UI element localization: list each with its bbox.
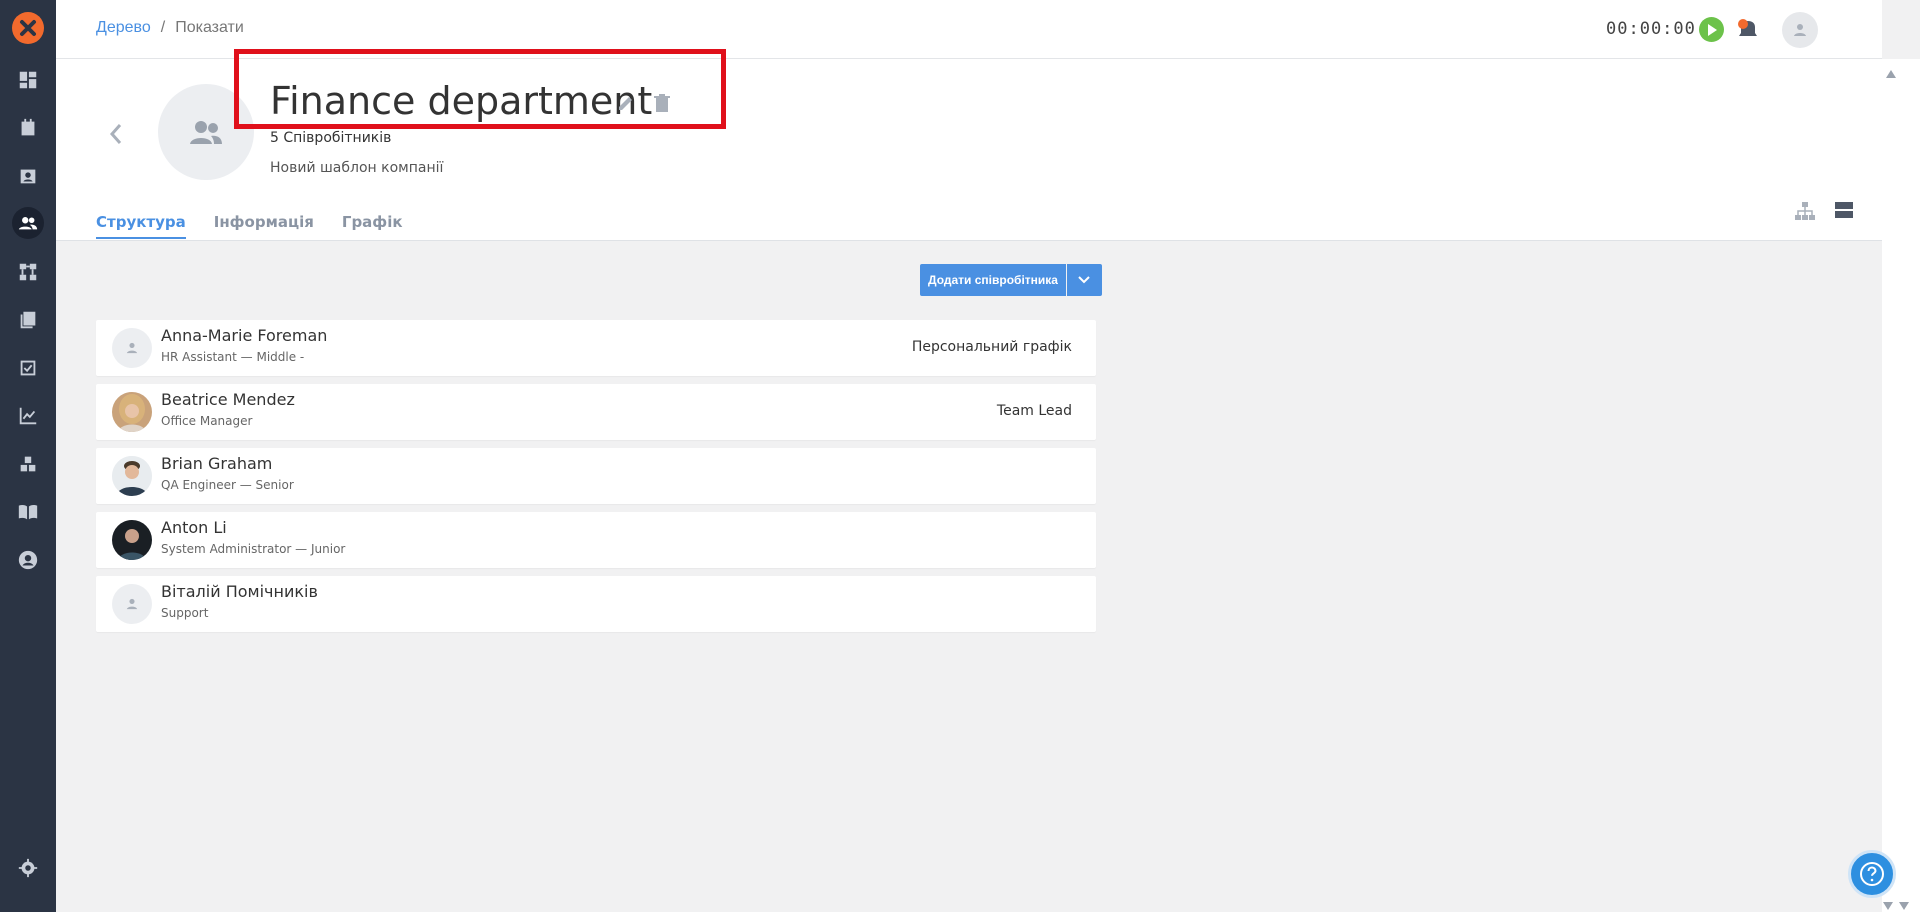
library-icon[interactable]	[12, 304, 44, 336]
help-button[interactable]	[1848, 850, 1896, 898]
list-item[interactable]: Anton Li System Administrator — Junior	[96, 512, 1096, 568]
calendar-icon[interactable]	[12, 112, 44, 144]
actions-bar: Додати співробітника	[920, 264, 1102, 296]
tab-structure[interactable]: Структура	[96, 213, 186, 239]
chevron-left-icon	[109, 124, 122, 144]
template-name: Новий шаблон компанії	[270, 160, 444, 176]
avatar	[112, 584, 152, 624]
analytics-icon[interactable]	[12, 400, 44, 432]
logo-icon[interactable]	[12, 12, 44, 44]
list-item[interactable]: Віталій Помічників Support	[96, 576, 1096, 632]
avatar-photo	[112, 520, 152, 560]
sidebar	[0, 0, 56, 912]
tree-view-icon[interactable]	[1794, 201, 1816, 221]
avatar-photo	[112, 456, 152, 496]
list-item[interactable]: Beatrice Mendez Office Manager Team Lead	[96, 384, 1096, 440]
user-avatar[interactable]	[1782, 12, 1818, 48]
notifications-icon[interactable]	[1735, 17, 1761, 43]
employee-list: Anna-Marie Foreman HR Assistant — Middle…	[96, 320, 1096, 640]
department-header: Finance department 5 Співробітників Нови…	[56, 49, 1882, 241]
settings-icon[interactable]	[12, 852, 44, 884]
employee-role: QA Engineer — Senior	[161, 478, 294, 492]
back-button[interactable]	[106, 119, 126, 149]
user-icon	[1794, 24, 1806, 36]
employee-name: Anna-Marie Foreman	[161, 326, 328, 345]
dashboard-icon[interactable]	[12, 64, 44, 96]
list-item[interactable]: Anna-Marie Foreman HR Assistant — Middle…	[96, 320, 1096, 376]
employee-name: Brian Graham	[161, 454, 273, 473]
structure-icon[interactable]	[12, 256, 44, 288]
employee-role: System Administrator — Junior	[161, 542, 346, 556]
avatar	[112, 328, 152, 368]
highlight-annotation	[234, 49, 726, 129]
employee-tag: Team Lead	[996, 403, 1072, 419]
list-item[interactable]: Brian Graham QA Engineer — Senior	[96, 448, 1096, 504]
avatar	[112, 392, 152, 432]
chevron-down-icon	[1078, 276, 1091, 284]
play-timer-button[interactable]	[1699, 17, 1724, 42]
profile-icon[interactable]	[12, 544, 44, 576]
avatar	[112, 456, 152, 496]
breadcrumb-current: Показати	[175, 19, 244, 36]
user-icon	[126, 342, 138, 354]
book-icon[interactable]	[12, 496, 44, 528]
contacts-icon[interactable]	[12, 160, 44, 192]
employee-name: Beatrice Mendez	[161, 390, 295, 409]
scrollbar[interactable]	[1882, 59, 1920, 912]
employee-tag: Персональний графік	[911, 339, 1072, 355]
user-icon	[126, 598, 138, 610]
employee-name: Anton Li	[161, 518, 227, 537]
breadcrumb: Дерево / Показати	[96, 19, 244, 37]
employee-role: HR Assistant — Middle -	[161, 350, 305, 364]
scroll-down-icon[interactable]	[1882, 896, 1912, 912]
team-icon[interactable]	[12, 207, 44, 239]
add-employee-button[interactable]: Додати співробітника	[920, 264, 1066, 296]
employee-role: Support	[161, 606, 209, 620]
tab-schedule[interactable]: Графік	[342, 213, 403, 239]
tab-bar: Структура Інформація Графік	[96, 213, 403, 239]
scroll-up-icon[interactable]	[1885, 64, 1897, 83]
employee-name: Віталій Помічників	[161, 582, 318, 601]
avatar-photo	[112, 392, 152, 432]
tasks-icon[interactable]	[12, 352, 44, 384]
employee-role: Office Manager	[161, 414, 253, 428]
timer-display: 00:00:00	[1606, 19, 1696, 39]
add-employee-dropdown[interactable]	[1066, 264, 1102, 296]
modules-icon[interactable]	[12, 448, 44, 480]
tab-information[interactable]: Інформація	[214, 213, 314, 239]
breadcrumb-separator: /	[160, 19, 166, 36]
avatar	[112, 520, 152, 560]
question-icon	[1860, 862, 1884, 886]
employee-count: 5 Співробітників	[270, 130, 392, 146]
breadcrumb-tree-link[interactable]: Дерево	[96, 19, 151, 36]
list-view-icon[interactable]	[1834, 201, 1854, 219]
play-icon	[1707, 23, 1717, 36]
group-icon	[190, 121, 222, 144]
